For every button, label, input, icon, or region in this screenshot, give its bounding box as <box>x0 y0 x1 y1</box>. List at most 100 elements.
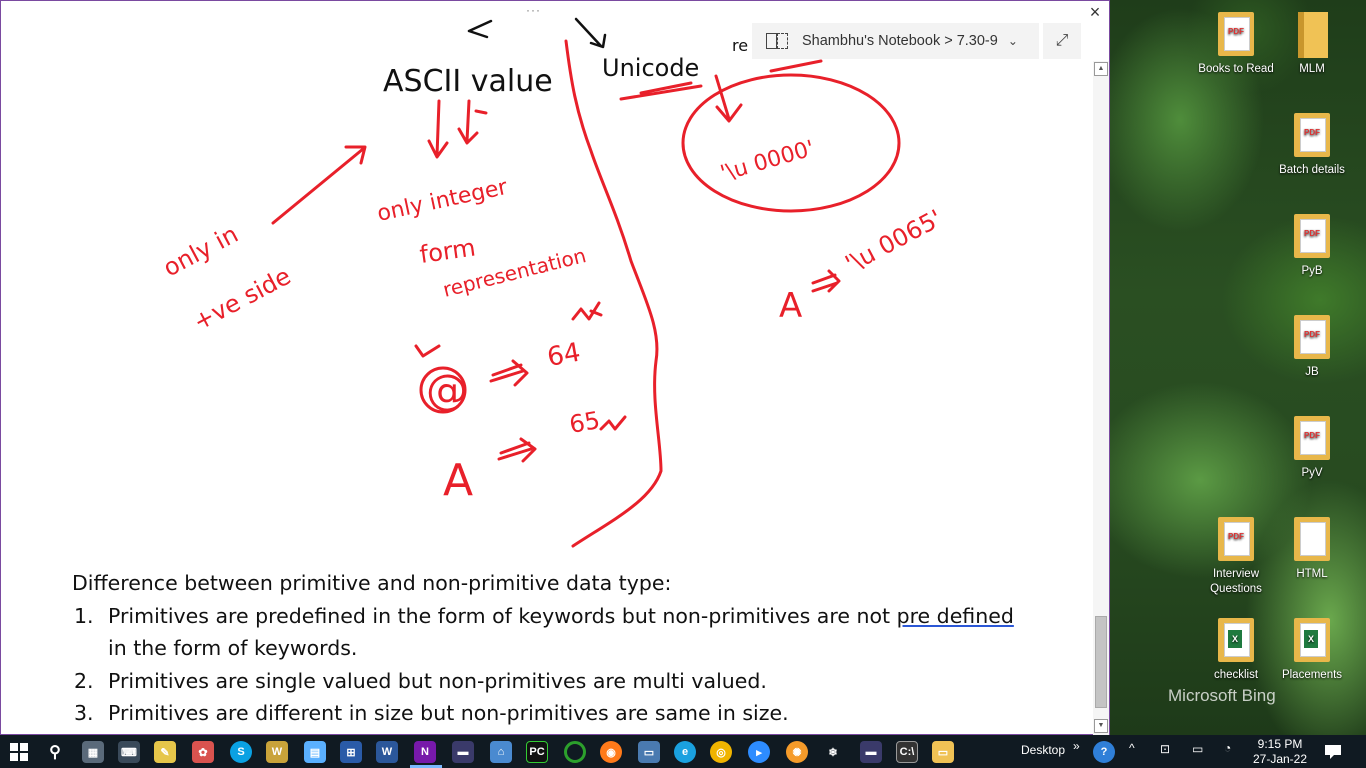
taskbar: ⚲ ▦ ⌨ ✎ ✿ S W ▤ ⊞ W N ▬ ⌂ PC ◉ ▭ e ◎ ▸ ✺… <box>0 735 1366 768</box>
snowflake-icon[interactable]: ❄ <box>822 741 844 763</box>
ink-65: 65 <box>567 406 602 439</box>
pdf-file-icon: PDF <box>1292 416 1332 462</box>
scroll-thumb[interactable] <box>1095 616 1107 708</box>
desktop-icon-jb[interactable]: PDF JB <box>1274 315 1350 380</box>
desktop-icon-label: JB <box>1305 366 1319 378</box>
skype-icon[interactable]: S <box>230 741 252 763</box>
chevron-right-icon[interactable]: » <box>1073 739 1080 753</box>
file-explorer-icon[interactable]: ▭ <box>932 741 954 763</box>
desktop-icon-label: PyV <box>1301 467 1323 479</box>
search-icon[interactable]: ⚲ <box>44 741 66 763</box>
black-arrow-down <box>574 17 607 49</box>
scroll-down-icon[interactable]: ▼ <box>1094 719 1108 733</box>
desktop-icon-interview-questions[interactable]: PDF Interview Questions <box>1198 517 1274 597</box>
desktop-icon-label: MLM <box>1299 63 1325 75</box>
teams-icon[interactable]: ⊞ <box>340 741 362 763</box>
sticky-notes-icon[interactable]: ▤ <box>304 741 326 763</box>
desktop-icon-label: HTML <box>1296 568 1328 580</box>
media-icon-2[interactable]: ▬ <box>860 741 882 763</box>
list-text: Primitives are single valued but non-pri… <box>108 668 767 693</box>
desktop-icon-label: PyB <box>1301 265 1323 277</box>
ink-at: @ <box>426 365 468 414</box>
notification-icon[interactable] <box>1322 741 1344 763</box>
calculator-icon[interactable]: ▦ <box>82 741 104 763</box>
onenote-icon[interactable]: N <box>414 741 436 763</box>
terminal-icon[interactable]: C:\ <box>896 741 918 763</box>
breadcrumb-text[interactable]: Shambhu's Notebook > 7.30-9 <box>802 33 998 49</box>
chevron-down-icon[interactable]: ⌄ <box>1008 34 1018 48</box>
edge-icon[interactable]: e <box>674 741 696 763</box>
desktop-icon-label: checklist <box>1213 669 1259 681</box>
desktop-toolbar-label[interactable]: Desktop <box>1021 743 1065 757</box>
list-text: in the form of keywords. <box>108 636 358 660</box>
desktop-icon-label: Placements <box>1281 669 1343 681</box>
arrow-a1 <box>497 437 537 463</box>
wifi-icon[interactable]: ◔ <box>1224 741 1231 755</box>
list-item: 3. Primitives are different in size but … <box>72 697 1032 730</box>
vertical-scrollbar[interactable]: ▲ ▼ <box>1093 61 1109 735</box>
app-icon[interactable]: ✺ <box>786 741 808 763</box>
desktop-icon-pyv[interactable]: PDF PyV <box>1274 416 1350 481</box>
note-heading: Difference between primitive and non-pri… <box>72 571 672 595</box>
photos-icon[interactable]: ⌂ <box>490 741 512 763</box>
pdf-folder-icon: PDF <box>1216 517 1256 563</box>
unicode-underline <box>619 81 703 101</box>
folder-icon <box>1292 12 1332 58</box>
notepad-icon[interactable]: ✎ <box>154 741 176 763</box>
pdf-folder-icon: PDF <box>1292 113 1332 159</box>
chrome-icon[interactable]: ◎ <box>710 741 732 763</box>
firefox-icon[interactable]: ◉ <box>600 741 622 763</box>
scroll-up-icon[interactable]: ▲ <box>1094 62 1108 76</box>
help-icon[interactable]: ? <box>1093 741 1115 763</box>
list-number: 2. <box>74 668 94 693</box>
ink-re: re <box>732 36 748 55</box>
media-icon[interactable]: ▬ <box>452 741 474 763</box>
jupyter-icon[interactable] <box>564 741 586 763</box>
pdf-file-icon: PDF <box>1292 315 1332 361</box>
ink-64: 64 <box>545 338 583 373</box>
windows-start-icon[interactable] <box>8 741 30 763</box>
desktop-icon-mlm[interactable]: MLM <box>1274 12 1350 77</box>
breadcrumb[interactable]: Shambhu's Notebook > 7.30-9 ⌄ <box>752 23 1039 59</box>
clock-date: 27-Jan-22 <box>1252 752 1308 766</box>
desktop-icon-checklist[interactable]: X checklist <box>1198 618 1274 683</box>
desktop-icon-batch-details[interactable]: PDF Batch details <box>1274 113 1350 178</box>
ticks-64 <box>571 301 603 321</box>
keyboard-icon[interactable]: ⌨ <box>118 741 140 763</box>
ink-only-integer: only integer <box>375 175 511 227</box>
at-check <box>414 344 441 358</box>
pycharm-icon[interactable]: PC <box>526 741 548 763</box>
black-arrow-left <box>467 19 493 39</box>
list-text: Primitives are predefined in the form of… <box>108 603 897 628</box>
ink-only-in: only in <box>159 220 243 282</box>
paint-icon[interactable]: ✿ <box>192 741 214 763</box>
pdf-file-icon: PDF <box>1292 214 1332 260</box>
note-text-block[interactable]: Difference between primitive and non-pri… <box>72 567 1032 730</box>
list-item: 2. Primitives are single valued but non-… <box>72 665 1032 698</box>
zoom-icon[interactable]: ▸ <box>748 741 770 763</box>
expand-button[interactable]: ⤢ <box>1043 23 1081 59</box>
spelling-flag[interactable]: pre defined <box>897 604 1014 628</box>
desktop-icon-html[interactable]: HTML <box>1274 517 1350 582</box>
ink-form: form <box>418 233 477 269</box>
remote-desktop-icon[interactable]: ▭ <box>638 741 660 763</box>
desktop-icon-label: Interview Questions <box>1210 568 1262 595</box>
wordpad-icon[interactable]: W <box>266 741 288 763</box>
list-number: 3. <box>74 701 94 725</box>
clock[interactable]: 9:15 PM 27-Jan-22 <box>1252 737 1308 767</box>
desktop-icon-placements[interactable]: X Placements <box>1274 618 1350 683</box>
onenote-window: ··· × ASCII value Unicode re only intege… <box>0 0 1110 735</box>
battery-icon[interactable]: ▭ <box>1192 742 1203 756</box>
ink-canvas[interactable]: ASCII value Unicode re only integer form… <box>1 1 1091 561</box>
desktop-icon-books-to-read[interactable]: PDF Books to Read <box>1198 12 1274 77</box>
ink-u0065: '\u 0065' <box>841 204 947 278</box>
ink-a1: A <box>443 455 473 506</box>
desktop-icon-label: Batch details <box>1279 164 1345 176</box>
desktop-icon-pyb[interactable]: PDF PyB <box>1274 214 1350 279</box>
word-icon[interactable]: W <box>376 741 398 763</box>
meet-icon[interactable]: ⊡ <box>1160 742 1170 756</box>
ve-side-arrow <box>271 145 367 225</box>
list-item: 1. Primitives are predefined in the form… <box>72 600 1032 665</box>
arrow-a2 <box>811 269 841 293</box>
chevron-up-icon[interactable]: ^ <box>1129 741 1135 755</box>
